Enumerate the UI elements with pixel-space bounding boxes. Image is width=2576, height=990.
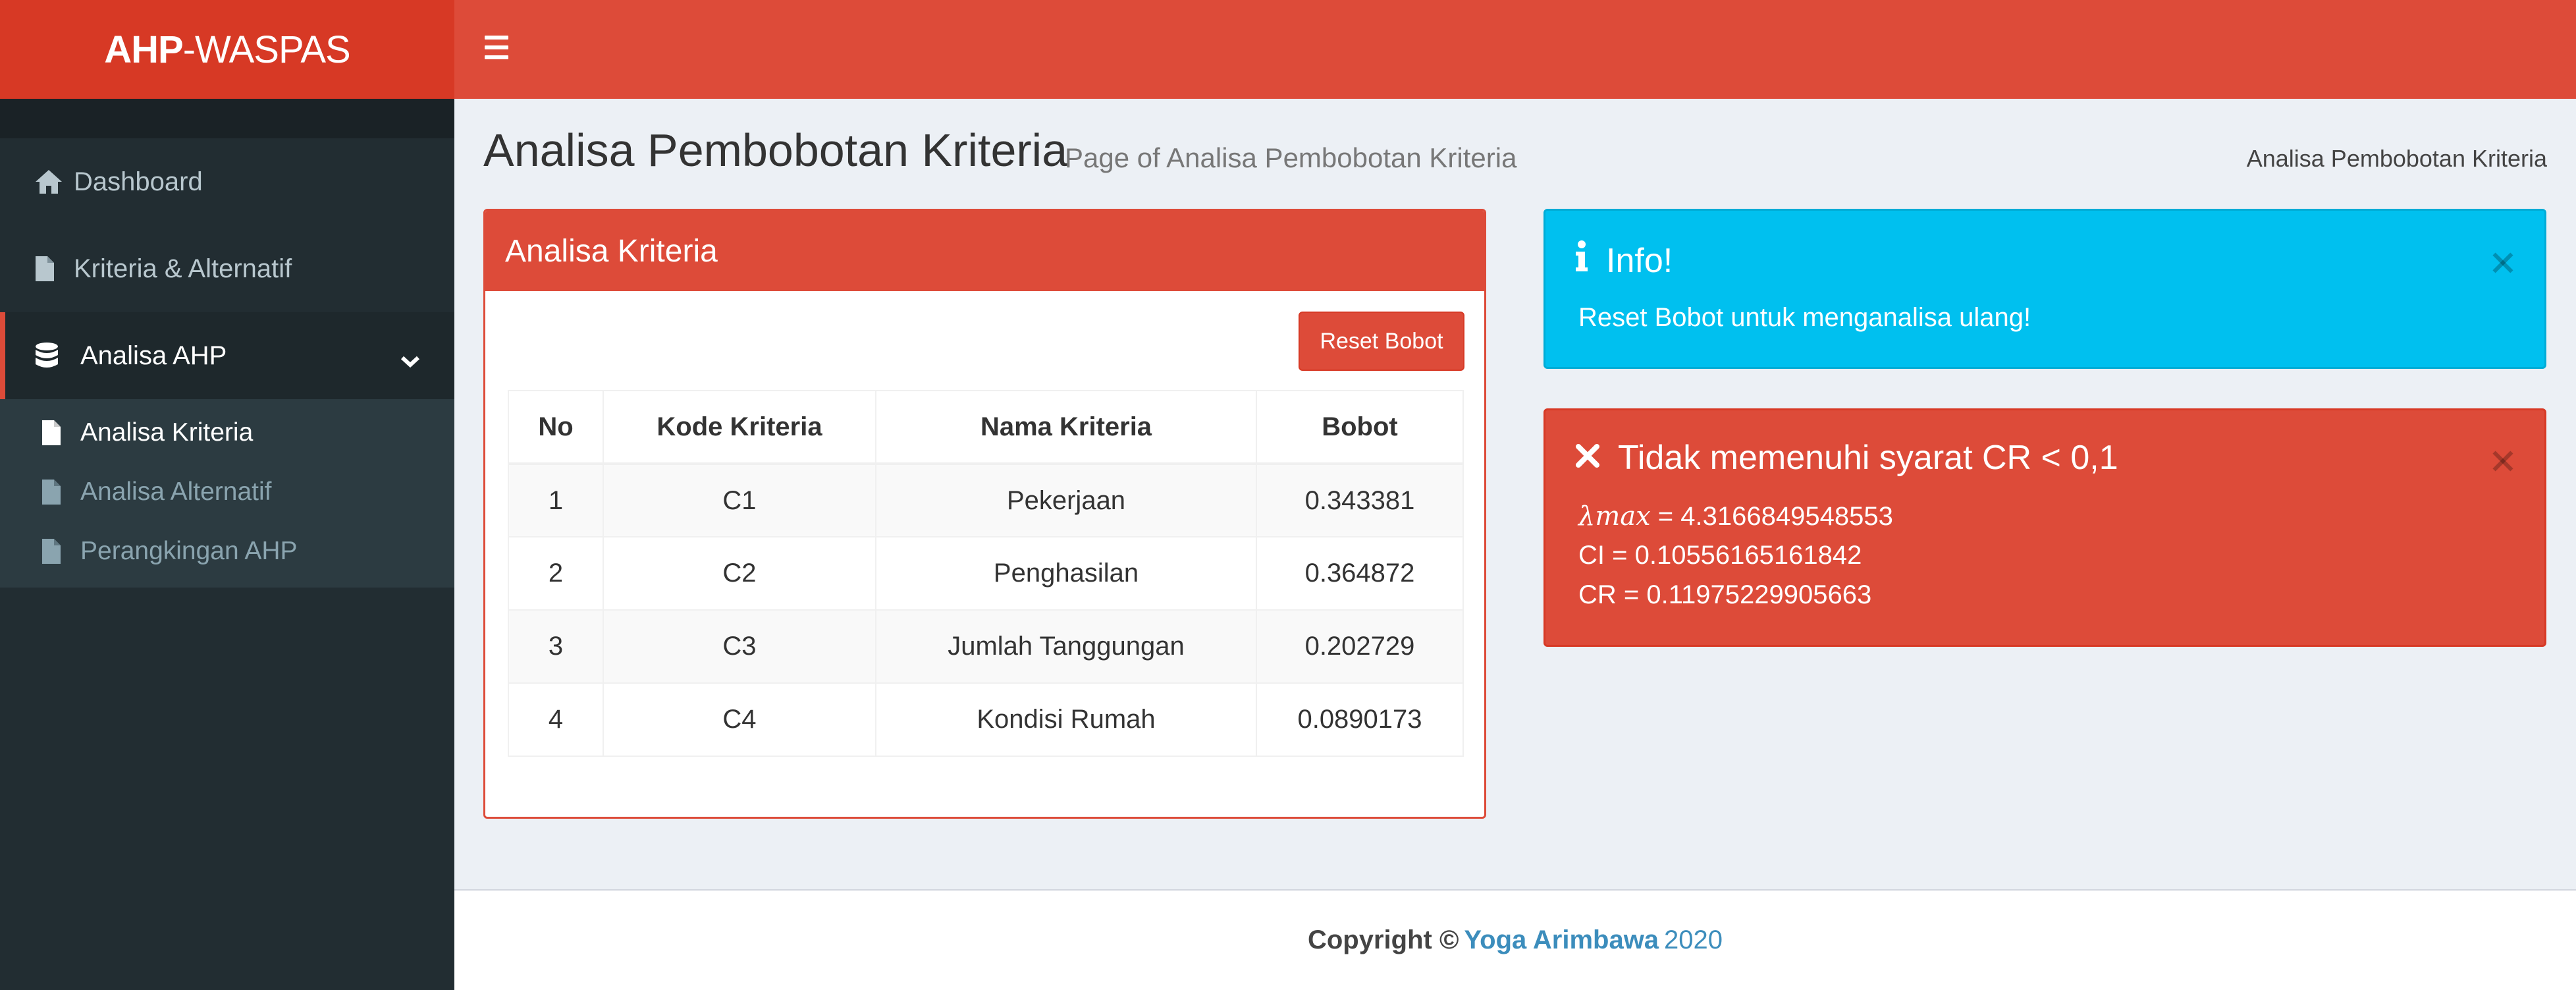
column-header: No xyxy=(508,390,604,465)
table-cell: C4 xyxy=(603,682,876,757)
cr-warning-title-text: Tidak memenuhi syarat CR < 0,1 xyxy=(1618,439,2118,477)
logo-text: -WASPAS xyxy=(182,28,351,71)
lambda-max-label: λmax xyxy=(1578,501,1651,532)
page-subtitle: Page of Analisa Pembobotan Kriteria xyxy=(1065,142,1517,173)
sidebar-subitem-perangkingan-ahp[interactable]: Perangkingan AHP xyxy=(0,522,454,581)
times-icon xyxy=(1574,438,1601,478)
table-cell: 0.202729 xyxy=(1256,609,1464,684)
table-cell: Kondisi Rumah xyxy=(875,682,1257,757)
table-cell: Pekerjaan xyxy=(875,463,1257,537)
table-cell: 1 xyxy=(508,463,604,537)
database-icon xyxy=(34,342,80,370)
home-icon xyxy=(34,169,74,195)
file-icon xyxy=(34,255,74,283)
table-cell: Penghasilan xyxy=(875,536,1257,611)
table-cell: 0.0890173 xyxy=(1256,682,1464,757)
sidebar-toggle-hamburger-icon[interactable] xyxy=(477,29,516,69)
sidebar-item-analisa-ahp[interactable]: Analisa AHP xyxy=(0,312,454,399)
chevron-down-icon xyxy=(400,345,420,375)
footer: Copyright © Yoga Arimbawa 2020 xyxy=(454,889,2576,990)
sidebar-header-spacer xyxy=(0,99,454,138)
sidebar-item-label: Analisa AHP xyxy=(80,341,227,370)
lambda-max-line: λmax = 4.3166849548553 xyxy=(1578,501,1893,532)
copyright-year: 2020 xyxy=(1664,925,1723,954)
table-cell: 0.364872 xyxy=(1256,536,1464,611)
sidebar: Dashboard Kriteria & Alternatif Analisa … xyxy=(0,99,454,990)
analisa-kriteria-panel: Analisa Kriteria Reset Bobot No Kode Kri… xyxy=(483,209,1486,819)
sidebar-submenu: Analisa Kriteria Analisa Alternatif Pera… xyxy=(0,399,454,588)
info-alert: Info! Reset Bobot untuk menganalisa ulan… xyxy=(1543,209,2546,369)
file-icon xyxy=(41,537,80,565)
panel-title: Analisa Kriteria xyxy=(485,211,1484,291)
reset-bobot-button[interactable]: Reset Bobot xyxy=(1299,312,1464,371)
info-title-text: Info! xyxy=(1606,241,1673,280)
table-cell: 4 xyxy=(508,682,604,757)
page-title: Analisa Pembobotan Kriteria xyxy=(483,124,1068,176)
column-header: Nama Kriteria xyxy=(875,390,1257,465)
sidebar-subitem-label: Analisa Alternatif xyxy=(80,478,272,506)
table-row: 2 C2 Penghasilan 0.364872 xyxy=(508,536,1464,611)
table-cell: C1 xyxy=(603,463,876,537)
table-cell: 0.343381 xyxy=(1256,463,1464,537)
info-message: Reset Bobot untuk menganalisa ulang! xyxy=(1578,303,2031,332)
breadcrumb[interactable]: Analisa Pembobotan Kriteria xyxy=(2247,145,2547,173)
kriteria-table: No Kode Kriteria Nama Kriteria Bobot 1 C… xyxy=(508,390,1464,757)
table-header-row: No Kode Kriteria Nama Kriteria Bobot xyxy=(508,390,1464,465)
author-link[interactable]: Yoga Arimbawa xyxy=(1464,925,1659,955)
table-cell: 2 xyxy=(508,536,604,611)
app-logo[interactable]: AHP -WASPAS xyxy=(0,0,454,99)
lambda-max-value: = 4.3166849548553 xyxy=(1650,502,1893,531)
column-header: Kode Kriteria xyxy=(603,390,876,465)
sidebar-item-label: Kriteria & Alternatif xyxy=(74,254,292,283)
close-info-icon[interactable] xyxy=(2488,248,2518,278)
close-warning-icon[interactable] xyxy=(2488,446,2518,476)
sidebar-subitem-analisa-kriteria[interactable]: Analisa Kriteria xyxy=(0,403,454,462)
sidebar-item-kriteria-alternatif[interactable]: Kriteria & Alternatif xyxy=(0,225,454,312)
sidebar-subitem-label: Perangkingan AHP xyxy=(80,537,298,565)
table-cell: C2 xyxy=(603,536,876,611)
table-cell: 3 xyxy=(508,609,604,684)
table-cell: C3 xyxy=(603,609,876,684)
file-icon xyxy=(41,419,80,447)
info-icon xyxy=(1574,240,1589,281)
ci-value: CI = 0.10556165161842 xyxy=(1578,541,1862,570)
cr-value: CR = 0.11975229905663 xyxy=(1578,580,1872,609)
sidebar-subitem-label: Analisa Kriteria xyxy=(80,418,254,447)
table-row: 1 C1 Pekerjaan 0.343381 xyxy=(508,463,1464,537)
table-row: 4 C4 Kondisi Rumah 0.0890173 xyxy=(508,682,1464,757)
copyright-text: Copyright © xyxy=(1307,925,1459,954)
cr-warning-title: Tidak memenuhi syarat CR < 0,1 xyxy=(1574,438,2118,478)
table-row: 3 C3 Jumlah Tanggungan 0.202729 xyxy=(508,609,1464,684)
cr-warning-alert: Tidak memenuhi syarat CR < 0,1 λmax = 4.… xyxy=(1543,408,2546,647)
top-navbar: AHP -WASPAS xyxy=(0,0,2576,99)
file-icon xyxy=(41,478,80,506)
info-alert-title: Info! xyxy=(1574,240,1673,281)
column-header: Bobot xyxy=(1256,390,1464,465)
logo-bold-text: AHP xyxy=(104,28,183,71)
sidebar-subitem-analisa-alternatif[interactable]: Analisa Alternatif xyxy=(0,462,454,522)
sidebar-item-label: Dashboard xyxy=(74,167,203,196)
sidebar-item-dashboard[interactable]: Dashboard xyxy=(0,138,454,225)
table-cell: Jumlah Tanggungan xyxy=(875,609,1257,684)
